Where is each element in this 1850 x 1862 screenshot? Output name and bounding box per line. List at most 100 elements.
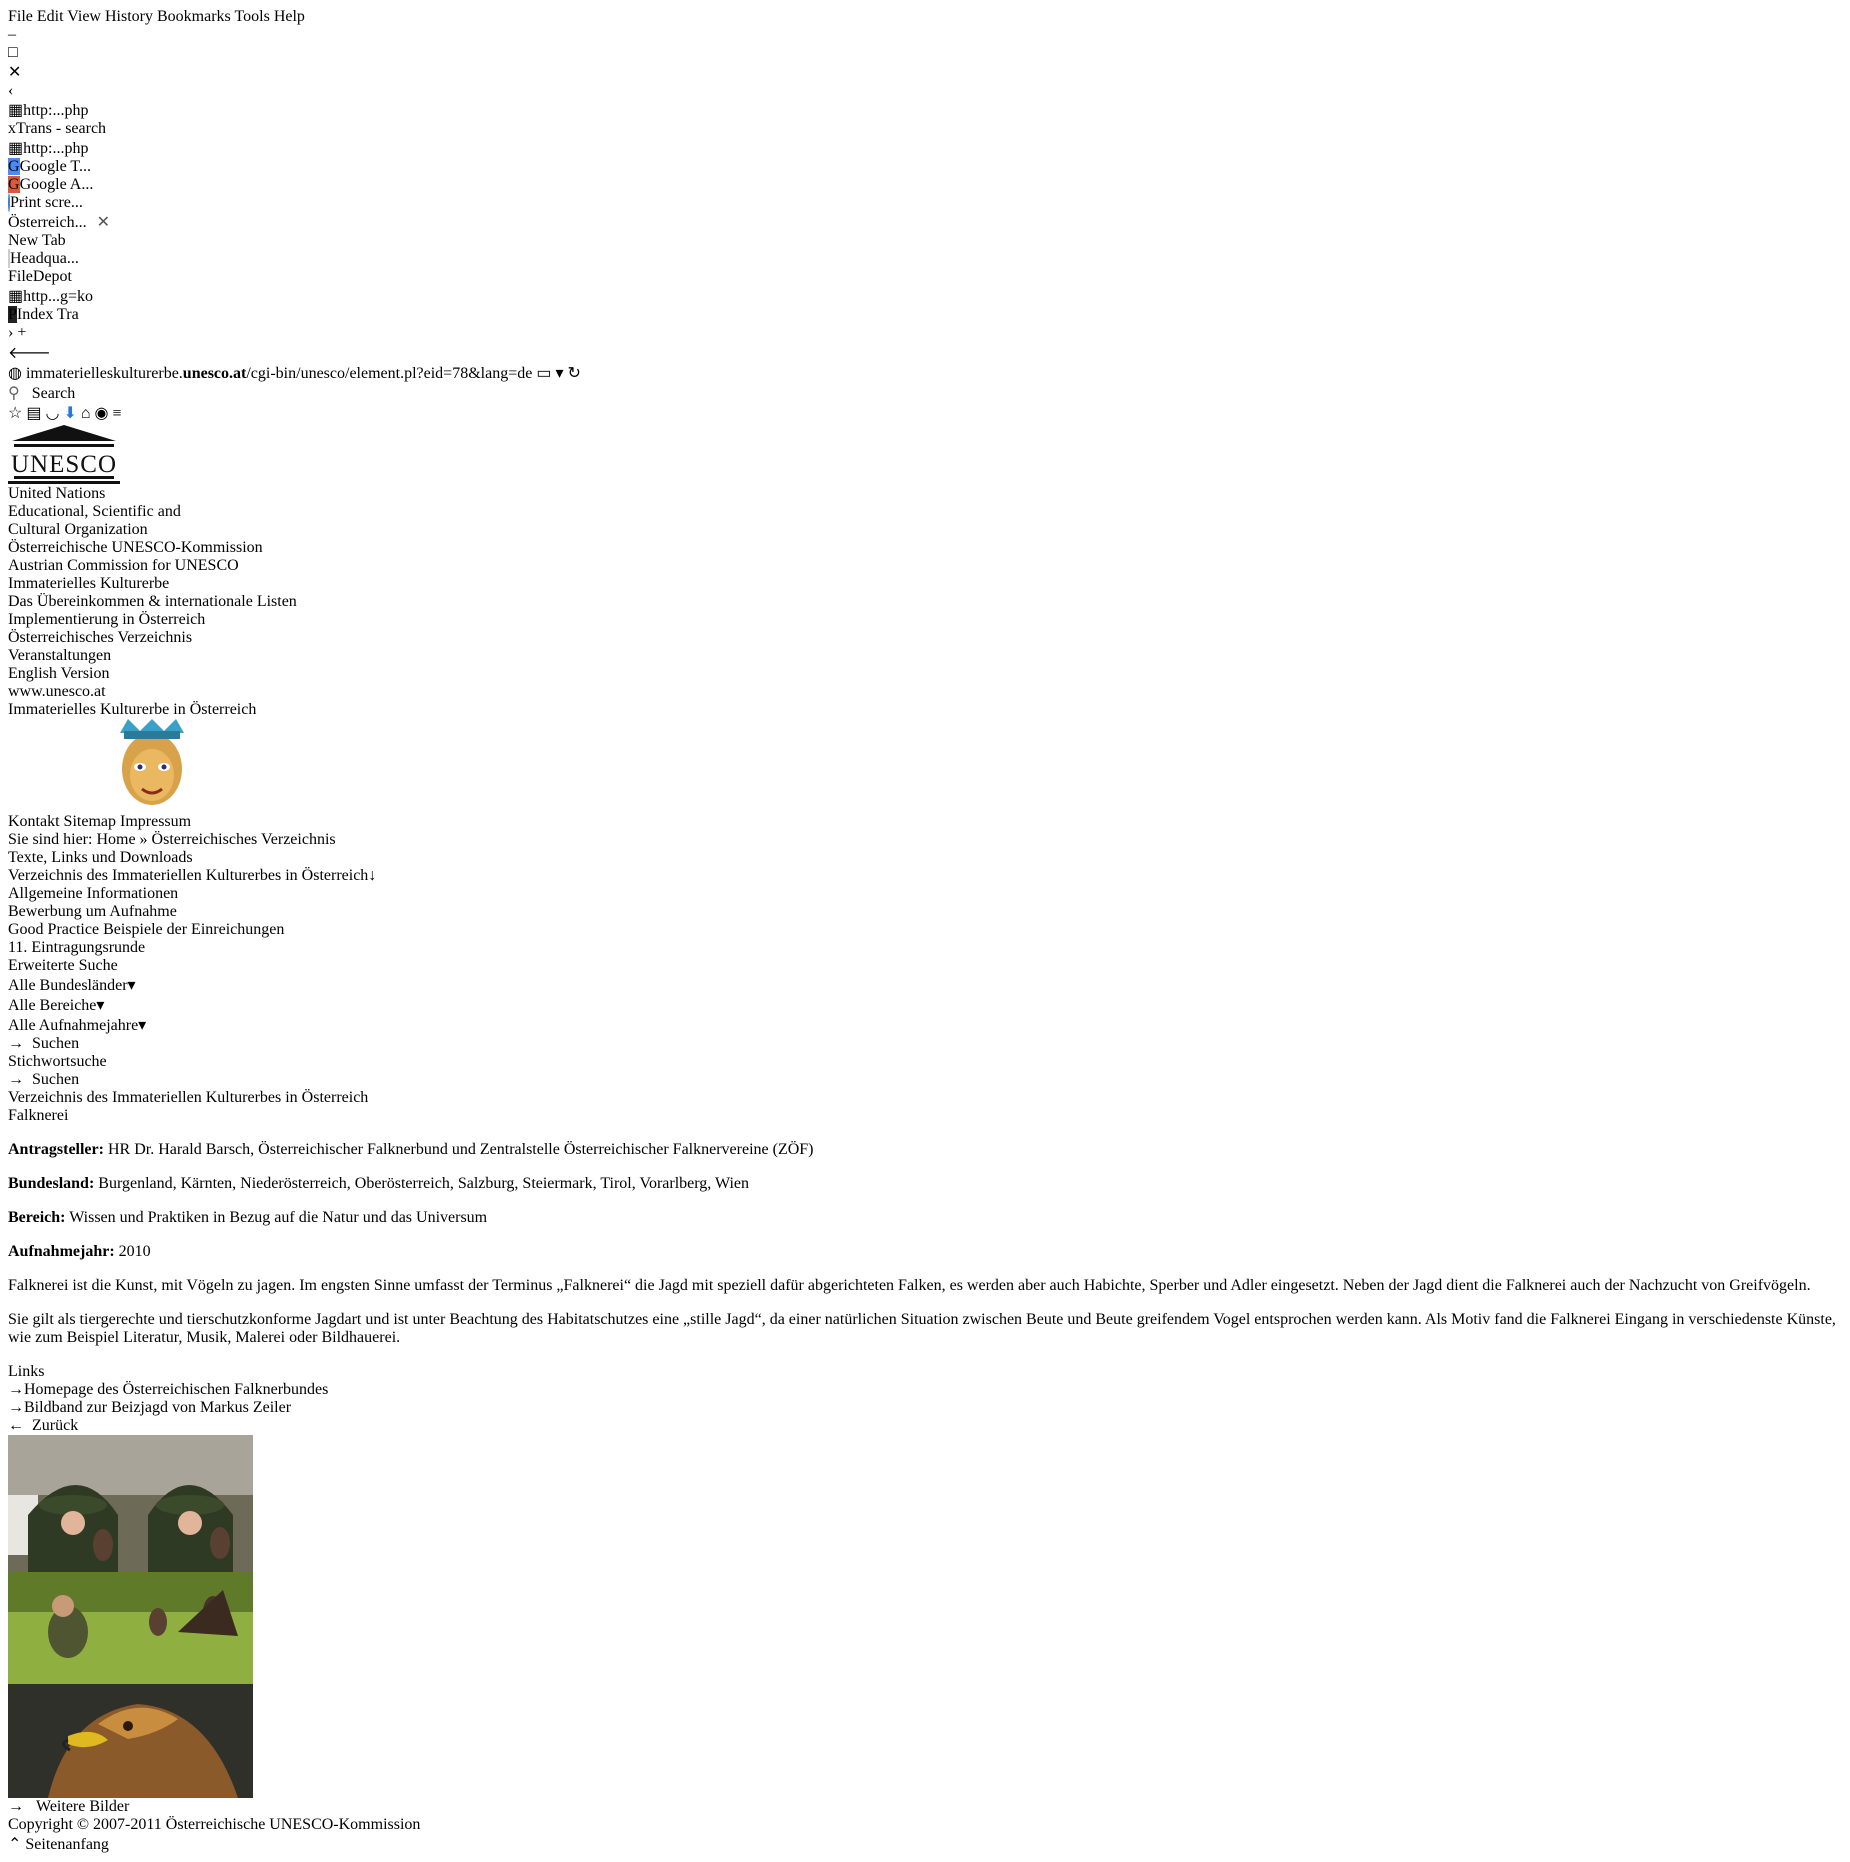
tab-11[interactable]: ▦http...g=ko — [8, 286, 1842, 306]
toolbar-icons: ☆ ▤ ◡ ⬇ ⌂ ◉ ≡ — [8, 403, 1842, 423]
keyword-search-button[interactable]: → Suchen — [8, 1071, 1842, 1089]
page-container: UNESCO United Nations Educational, Scien… — [8, 423, 1842, 1854]
back-button[interactable]: 🡐 — [8, 342, 1842, 363]
tab-12[interactable]: PIndex Tra — [8, 306, 1842, 324]
search-icon: ⚲ — [8, 385, 20, 402]
eagle-photo — [8, 1684, 1842, 1798]
maximize-button[interactable]: □ — [8, 44, 1842, 62]
tab-scroll-right-icon[interactable]: › — [8, 324, 13, 341]
sidebar-item-eintragungsrunde[interactable]: 11. Eintragungsrunde — [8, 939, 1842, 957]
link-falknerbund[interactable]: →Homepage des Österreichischen Falknerbu… — [8, 1381, 1842, 1399]
unesco-logo-area: UNESCO United Nations Educational, Scien… — [8, 423, 1842, 575]
globe-icon: ◍ — [8, 365, 22, 382]
link-bildband[interactable]: →Bildband zur Beizjagd von Markus Zeiler — [8, 1399, 1842, 1417]
sidebar-item-bewerbung[interactable]: Bewerbung um Aufnahme — [8, 903, 1842, 921]
arrow-right-icon: → — [8, 1071, 24, 1088]
url-bar[interactable]: ◍ immaterielleskulturerbe.unesco.at/cgi-… — [8, 363, 1842, 383]
tab-new[interactable]: New Tab — [8, 232, 1842, 250]
menu-bookmarks[interactable]: Bookmarks — [157, 8, 231, 25]
menu-tools[interactable]: Tools — [234, 8, 269, 25]
menu-edit[interactable]: Edit — [37, 8, 64, 25]
tab-scroll-left-icon[interactable]: ‹ — [8, 82, 13, 99]
kontakt-link[interactable]: Kontakt — [8, 813, 60, 830]
body-paragraph: Sie gilt als tiergerechte und tierschutz… — [8, 1311, 1836, 1346]
svg-text:UNESCO: UNESCO — [11, 451, 117, 478]
window-controls: – □ ✕ — [8, 26, 1842, 82]
reload-icon[interactable]: ↻ — [567, 365, 580, 382]
area-select[interactable]: Alle Bereiche▾ — [8, 995, 1842, 1015]
nav-item-immaterielles[interactable]: Immaterielles Kulturerbe — [8, 575, 1842, 593]
google-translate-icon: G — [8, 158, 20, 175]
banner-mask-illustration — [120, 719, 184, 805]
english-version-link[interactable]: English Version — [8, 665, 1842, 683]
arrow-right-icon: → — [8, 1381, 24, 1398]
menu-history[interactable]: History — [105, 8, 153, 25]
close-window-button[interactable]: ✕ — [8, 62, 1842, 82]
nav-item-implementierung[interactable]: Implementierung in Österreich — [8, 611, 1842, 629]
sidebar-item-verzeichnis[interactable]: Verzeichnis des Immateriellen Kulturerbe… — [8, 867, 1842, 885]
back-link[interactable]: ← Zurück — [8, 1417, 1842, 1435]
arrow-right-icon: → — [8, 1035, 24, 1052]
breadcrumb-home-link[interactable]: Home — [96, 831, 135, 848]
more-images-link[interactable]: → Weitere Bilder — [8, 1798, 1842, 1816]
tab-9[interactable]: Headqua... — [8, 249, 1842, 268]
main-navigation: Immaterielles Kulturerbe Das Übereinkomm… — [8, 575, 1842, 665]
falconer-field-photo — [8, 1572, 1842, 1684]
arrow-left-icon: ← — [8, 1417, 24, 1434]
brand-column: www.unesco.at — [8, 683, 1842, 701]
page-banner: Immaterielles Kulturerbe in Österreich — [8, 701, 1842, 719]
bookmark-star-icon[interactable]: ☆ — [8, 405, 22, 422]
search-input[interactable]: ⚲ Search — [8, 383, 1842, 403]
year-select[interactable]: Alle Aufnahmejahre▾ — [8, 1015, 1842, 1035]
tab-active[interactable]: Österreich... ✕ — [8, 212, 1842, 232]
arrow-right-icon: → — [8, 1399, 24, 1416]
navigation-bar: 🡐 ◍ immaterielleskulturerbe.unesco.at/cg… — [8, 342, 1842, 423]
chevron-down-icon: ▾ — [127, 977, 136, 994]
main-content: Verzeichnis des Immateriellen Kulturerbe… — [8, 1089, 1842, 1435]
un-description: United Nations Educational, Scientific a… — [8, 485, 181, 538]
dropdown-icon[interactable]: ▾ — [555, 365, 563, 382]
url-prefix: immaterielleskulturerbe. — [25, 365, 183, 382]
tab-3[interactable]: ▦http:...php — [8, 138, 1842, 158]
downloads-heading: Texte, Links und Downloads — [8, 849, 193, 866]
menu-view[interactable]: View — [67, 8, 101, 25]
back-to-top-link[interactable]: ⌃ Seitenanfang — [8, 1834, 1842, 1854]
nav-item-uebereinkommen[interactable]: Das Übereinkommen & internationale Liste… — [8, 593, 1842, 611]
tab-4[interactable]: GGoogle T... — [8, 158, 1842, 176]
tab-2[interactable]: xTrans - search — [8, 120, 1842, 138]
sidebar-item-good-practice[interactable]: Good Practice Beispiele der Einreichunge… — [8, 921, 1842, 939]
chat-icon[interactable]: ◉ — [94, 405, 108, 422]
sitemap-link[interactable]: Sitemap — [64, 813, 116, 830]
menu-file[interactable]: File — [8, 8, 33, 25]
tab-6[interactable]: Print scre... — [8, 193, 1842, 212]
tab-5[interactable]: GGoogle A... — [8, 176, 1842, 194]
new-tab-icon[interactable]: + — [17, 324, 26, 341]
commission-name[interactable]: Österreichische UNESCO-Kommission Austri… — [8, 539, 1842, 575]
google-icon: G — [8, 176, 20, 193]
nav-item-verzeichnis[interactable]: Österreichisches Verzeichnis — [8, 629, 1842, 647]
arrow-up-icon: ⌃ — [8, 1836, 22, 1853]
sidebar-item-allgemeine[interactable]: Allgemeine Informationen — [8, 885, 1842, 903]
chevron-down-icon: ▾ — [138, 1017, 147, 1034]
nav-item-veranstaltungen[interactable]: Veranstaltungen — [8, 647, 1842, 665]
page-viewport: UNESCO United Nations Educational, Scien… — [8, 423, 1842, 1854]
tab-1[interactable]: ▦http:...php — [8, 100, 1842, 120]
reader-view-icon[interactable]: ▭ — [536, 365, 551, 382]
page-title: Verzeichnis des Immateriellen Kulturerbe… — [8, 1089, 369, 1106]
bookmarks-list-icon[interactable]: ▤ — [26, 405, 41, 422]
state-select[interactable]: Alle Bundesländer▾ — [8, 975, 1842, 995]
left-sidebar: Verzeichnis des Immateriellen Kulturerbe… — [8, 867, 1842, 1089]
home-icon[interactable]: ⌂ — [81, 405, 91, 422]
chevron-down-icon: ▾ — [96, 997, 105, 1014]
top-links: Kontakt Sitemap Impressum — [8, 813, 1842, 831]
tab-10[interactable]: FileDepot — [8, 268, 1842, 286]
menu-help[interactable]: Help — [274, 8, 305, 25]
download-icon[interactable]: ⬇ — [63, 405, 76, 422]
impressum-link[interactable]: Impressum — [120, 813, 191, 830]
minimize-button[interactable]: – — [8, 26, 1842, 44]
url-path: /cgi-bin/unesco/element.pl?eid=78&lang=d… — [246, 365, 533, 382]
pocket-icon[interactable]: ◡ — [45, 405, 59, 422]
hamburger-menu-icon[interactable]: ≡ — [112, 405, 121, 422]
close-tab-icon[interactable]: ✕ — [97, 214, 110, 231]
advanced-search-button[interactable]: → Suchen — [8, 1035, 1842, 1053]
